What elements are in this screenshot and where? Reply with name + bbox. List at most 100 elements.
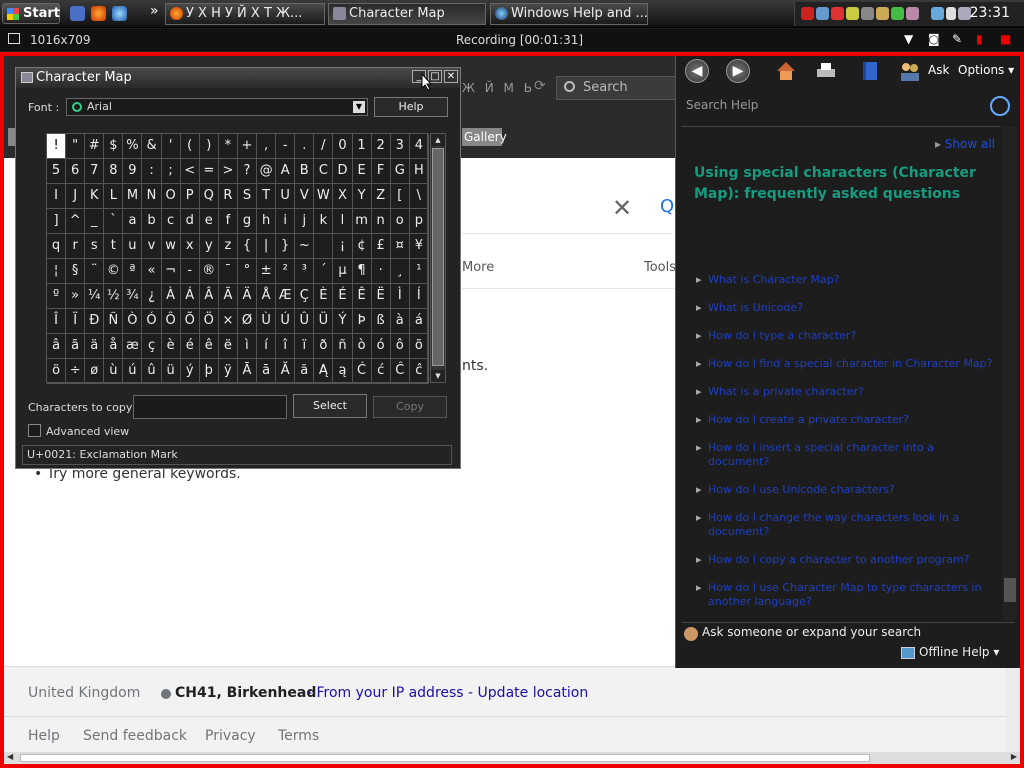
character-cell[interactable]: ß: [371, 309, 391, 334]
footer-link-privacy[interactable]: Privacy: [205, 728, 256, 744]
character-cell[interactable]: ¯: [218, 259, 238, 284]
character-cell[interactable]: É: [333, 284, 353, 309]
character-cell[interactable]: Q: [199, 184, 219, 209]
character-cell[interactable]: n: [371, 209, 391, 234]
tray-shield-icon[interactable]: [906, 7, 919, 20]
character-cell[interactable]: f: [218, 209, 238, 234]
character-cell[interactable]: º: [47, 284, 67, 309]
pencil-icon[interactable]: ✎: [952, 32, 966, 46]
character-cell[interactable]: Ö: [199, 309, 219, 334]
character-cell[interactable]: 6: [66, 159, 86, 184]
character-cell[interactable]: h: [257, 209, 277, 234]
character-cell[interactable]: L: [104, 184, 124, 209]
character-cell[interactable]: ö: [47, 359, 67, 384]
help-link[interactable]: How do I change the way characters look …: [696, 511, 996, 539]
character-cell[interactable]: Ĉ: [390, 359, 410, 384]
help-scroll-thumb[interactable]: [1004, 578, 1016, 602]
character-cell[interactable]: Ý: [333, 309, 353, 334]
character-cell[interactable]: e: [199, 209, 219, 234]
select-button[interactable]: Select: [293, 394, 367, 418]
character-cell[interactable]: â: [47, 334, 67, 359]
character-cell[interactable]: g: [237, 209, 258, 234]
character-cell[interactable]: ?: [237, 159, 258, 184]
clock[interactable]: 23:31: [970, 5, 1010, 21]
character-cell[interactable]: *: [218, 134, 238, 159]
character-cell[interactable]: û: [142, 359, 162, 384]
character-cell[interactable]: $: [104, 134, 124, 159]
character-cell[interactable]: u: [123, 234, 143, 259]
character-cell[interactable]: ¸: [390, 259, 410, 284]
character-cell[interactable]: x: [180, 234, 200, 259]
character-cell[interactable]: p: [409, 209, 429, 234]
chevron-down-icon[interactable]: ▼: [353, 101, 365, 113]
character-cell[interactable]: ì: [237, 334, 258, 359]
character-cell[interactable]: ô: [390, 334, 410, 359]
footer-link-terms[interactable]: Terms: [278, 728, 319, 744]
character-cell[interactable]: -: [276, 134, 296, 159]
character-cell[interactable]: ¨: [85, 259, 105, 284]
character-cell[interactable]: j: [295, 209, 315, 234]
help-link[interactable]: What is Unicode?: [696, 301, 996, 315]
character-cell[interactable]: c: [161, 209, 181, 234]
character-cell[interactable]: ·: [371, 259, 391, 284]
character-cell[interactable]: i: [276, 209, 296, 234]
character-cell[interactable]: \: [409, 184, 429, 209]
ask-button[interactable]: Ask: [928, 63, 949, 77]
help-link[interactable]: How do I use Character Map to type chara…: [696, 581, 996, 609]
gallery-button[interactable]: Gallery: [462, 128, 507, 146]
character-cell[interactable]: ā: [257, 359, 277, 384]
help-link[interactable]: How do I use Unicode characters?: [696, 483, 996, 497]
character-cell[interactable]: à: [390, 309, 410, 334]
character-cell[interactable]: .: [295, 134, 315, 159]
character-cell[interactable]: ±: [257, 259, 277, 284]
character-cell[interactable]: Ò: [123, 309, 143, 334]
help-search-input[interactable]: Search Help: [682, 94, 986, 118]
character-cell[interactable]: s: [85, 234, 105, 259]
character-cell[interactable]: Ç: [295, 284, 315, 309]
character-cell[interactable]: È: [314, 284, 334, 309]
character-cell[interactable]: (: [180, 134, 200, 159]
stop-icon[interactable]: ■: [1000, 32, 1014, 46]
character-cell[interactable]: ã: [66, 334, 86, 359]
character-cell[interactable]: Ā: [237, 359, 258, 384]
character-cell[interactable]: ,: [257, 134, 277, 159]
character-cell[interactable]: Ñ: [104, 309, 124, 334]
help-link[interactable]: What is a private character?: [696, 385, 996, 399]
character-cell[interactable]: I: [47, 184, 67, 209]
tray-network-icon[interactable]: [816, 7, 829, 20]
character-cell[interactable]: 0: [333, 134, 353, 159]
character-cell[interactable]: ©: [104, 259, 124, 284]
character-grid[interactable]: ! " # $% & '() * +, -./0 1 2 3 4 5 6 7 8 9:; < = >? @ A B C D E F G H…: [46, 133, 429, 384]
quick-launch-overflow[interactable]: »: [150, 3, 159, 19]
character-cell[interactable]: ê: [199, 334, 219, 359]
character-cell[interactable]: ²: [276, 259, 296, 284]
character-cell[interactable]: á: [409, 309, 429, 334]
character-cell[interactable]: a: [123, 209, 143, 234]
character-cell[interactable]: O: [161, 184, 181, 209]
character-cell[interactable]: U: [276, 184, 296, 209]
character-cell[interactable]: t: [104, 234, 124, 259]
window-capture-icon[interactable]: [8, 33, 20, 44]
browser-search-box[interactable]: Search: [556, 76, 676, 100]
camera-icon[interactable]: ◙: [928, 32, 942, 46]
character-cell[interactable]: m: [352, 209, 372, 234]
character-cell[interactable]: °: [237, 259, 258, 284]
forward-icon[interactable]: ▶: [726, 59, 750, 83]
character-cell[interactable]: #: [85, 134, 105, 159]
character-cell[interactable]: 2: [371, 134, 391, 159]
character-cell[interactable]: y: [199, 234, 219, 259]
character-cell[interactable]: M: [123, 184, 143, 209]
help-link[interactable]: How do I insert a special character into…: [696, 441, 996, 469]
internet-explorer-icon[interactable]: [112, 6, 127, 21]
character-cell[interactable]: Ć: [352, 359, 372, 384]
character-cell[interactable]: ü: [161, 359, 181, 384]
character-cell[interactable]: æ: [123, 334, 143, 359]
font-select[interactable]: Arial ▼: [66, 98, 368, 116]
character-cell[interactable]: <: [180, 159, 200, 184]
character-cell[interactable]: ¤: [390, 234, 410, 259]
character-cell[interactable]: A: [276, 159, 296, 184]
character-cell[interactable]: ": [66, 134, 86, 159]
character-cell[interactable]: ': [161, 134, 181, 159]
character-cell[interactable]: ú: [123, 359, 143, 384]
character-cell[interactable]: Ü: [314, 309, 334, 334]
